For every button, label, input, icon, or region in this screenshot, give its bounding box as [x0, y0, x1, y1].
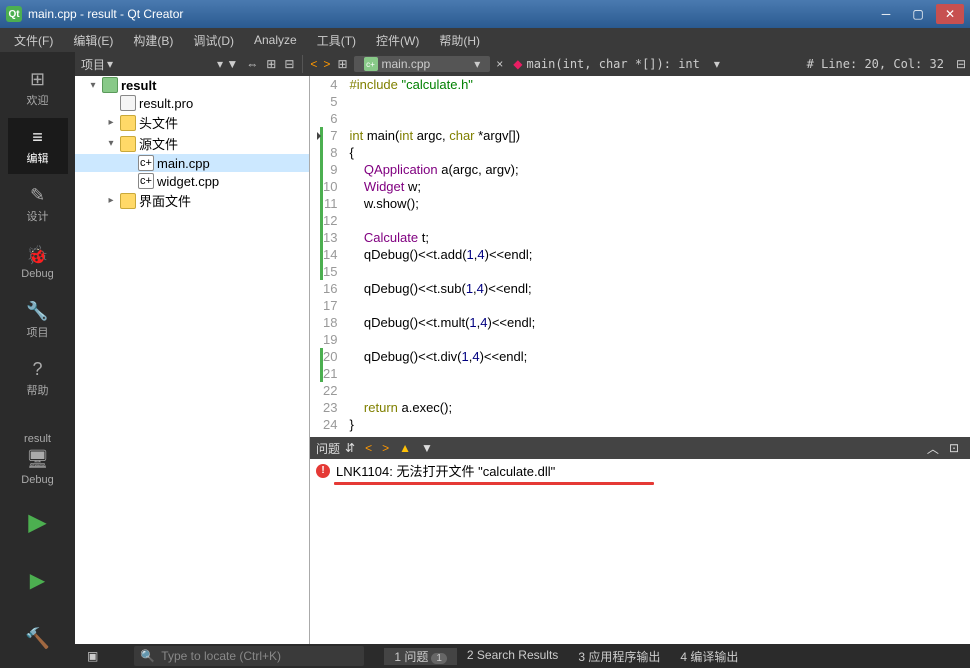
tree-item[interactable]: c+widget.cpp	[75, 172, 309, 190]
tree-item[interactable]: ▾ result	[75, 76, 309, 94]
link-icon[interactable]: ⇔	[242, 55, 262, 73]
bookmark-icon[interactable]: ⊞	[333, 55, 351, 73]
mode-编辑[interactable]: ≡编辑	[8, 118, 68, 174]
next-issue-icon[interactable]: >	[377, 441, 394, 455]
window-titlebar: Qt main.cpp - result - Qt Creator ─ ▢ ✕	[0, 0, 970, 28]
prev-issue-icon[interactable]: <	[360, 441, 377, 455]
cpp-file-icon: c+	[364, 57, 378, 71]
menu-item[interactable]: 编辑(E)	[63, 30, 123, 51]
dropdown-icon: ▾	[107, 57, 113, 71]
filter-icon[interactable]: ▾ ▼	[213, 55, 242, 73]
filter-icon[interactable]: ▼	[416, 441, 438, 455]
mode-欢迎[interactable]: ⊞欢迎	[8, 60, 68, 116]
cursor-position: # Line: 20, Col: 32	[799, 57, 952, 71]
menu-item[interactable]: 调试(D)	[183, 30, 244, 51]
issue-row[interactable]: ! LNK1104: 无法打开文件 "calculate.dll"	[310, 459, 970, 482]
symbol-selector[interactable]: ◆ main(int, char *[]): int ▾	[513, 57, 720, 71]
code-editor[interactable]: 45678910111213141516171819202122232425 #…	[310, 76, 970, 437]
search-icon: 🔍	[140, 649, 155, 663]
issues-header: 问题 ⇵ < > ▲ ▼ ︿ ⊡	[310, 437, 970, 459]
dropdown-icon: ▾	[714, 57, 720, 71]
mode-Debug[interactable]: 🐞Debug	[8, 234, 68, 290]
split-icon[interactable]: ⊟	[280, 55, 298, 73]
menu-item[interactable]: Analyze	[244, 31, 307, 49]
close-button[interactable]: ✕	[936, 4, 964, 24]
run-button[interactable]: ▶	[8, 494, 68, 550]
mode-项目[interactable]: 🔧项目	[8, 292, 68, 348]
minimize-button[interactable]: ─	[872, 4, 900, 24]
debug-run-button[interactable]: ▶	[8, 552, 68, 608]
tree-item[interactable]: ▾源文件	[75, 133, 309, 154]
kit-selector[interactable]: result 🖥 Debug	[8, 433, 68, 486]
mode-bar: ⊞欢迎≡编辑✎设计🐞Debug🔧项目?帮助 result 🖥 Debug ▶ ▶…	[0, 52, 75, 668]
tree-item[interactable]: ▸头文件	[75, 112, 309, 133]
project-dropdown[interactable]: 项目	[81, 56, 105, 73]
collapse-icon[interactable]: ︿	[922, 440, 944, 457]
add-icon[interactable]: ⊞	[262, 55, 280, 73]
filter-icon[interactable]: ⇵	[340, 441, 360, 455]
close-file-icon[interactable]: ×	[492, 55, 507, 73]
menu-item[interactable]: 工具(T)	[307, 30, 366, 51]
menu-item[interactable]: 文件(F)	[4, 30, 63, 51]
mode-设计[interactable]: ✎设计	[8, 176, 68, 232]
editor-toolbar: 项目 ▾ ▾ ▼ ⇔ ⊞ ⊟ < > ⊞ c+ main.cpp ▾ ×	[75, 52, 970, 76]
output-tab[interactable]: 2 Search Results	[457, 648, 568, 665]
close-panel-icon[interactable]: ⊡	[944, 441, 964, 455]
window-title: main.cpp - result - Qt Creator	[28, 7, 872, 21]
build-button[interactable]: 🔨	[8, 610, 68, 666]
output-tabs-bar: ▣ 🔍 Type to locate (Ctrl+K) 1 问题12 Searc…	[75, 644, 970, 668]
monitor-icon: 🖥	[26, 449, 49, 470]
tree-item[interactable]: ▸界面文件	[75, 190, 309, 211]
issues-list[interactable]: ! LNK1104: 无法打开文件 "calculate.dll"	[310, 459, 970, 644]
locator-input[interactable]: 🔍 Type to locate (Ctrl+K)	[134, 646, 364, 666]
function-icon: ◆	[513, 57, 522, 71]
annotation-underline	[334, 482, 654, 485]
mode-帮助[interactable]: ?帮助	[8, 350, 68, 406]
tree-item[interactable]: result.pro	[75, 94, 309, 112]
output-tab[interactable]: 1 问题1	[384, 648, 457, 665]
menu-item[interactable]: 构建(B)	[123, 30, 183, 51]
output-tab[interactable]: 4 编译输出	[670, 648, 748, 665]
menubar: 文件(F)编辑(E)构建(B)调试(D)Analyze工具(T)控件(W)帮助(…	[0, 28, 970, 52]
nav-back-icon[interactable]: <	[307, 57, 320, 71]
nav-fwd-icon[interactable]: >	[320, 57, 333, 71]
dropdown-icon: ▾	[474, 57, 480, 71]
output-tab[interactable]: 3 应用程序输出	[568, 648, 670, 665]
project-tree[interactable]: ▾ result result.pro▸头文件▾源文件c+main.cppc+w…	[75, 76, 310, 644]
menu-item[interactable]: 控件(W)	[366, 30, 429, 51]
warning-icon[interactable]: ▲	[394, 441, 416, 455]
error-icon: !	[316, 464, 330, 478]
panel-toggle-icon[interactable]: ▣	[81, 649, 104, 663]
app-icon: Qt	[6, 6, 22, 22]
menu-item[interactable]: 帮助(H)	[429, 30, 490, 51]
maximize-button[interactable]: ▢	[904, 4, 932, 24]
split-right-icon[interactable]: ⊟	[952, 55, 970, 73]
tree-item[interactable]: c+main.cpp	[75, 154, 309, 172]
file-selector[interactable]: c+ main.cpp ▾	[354, 56, 491, 72]
